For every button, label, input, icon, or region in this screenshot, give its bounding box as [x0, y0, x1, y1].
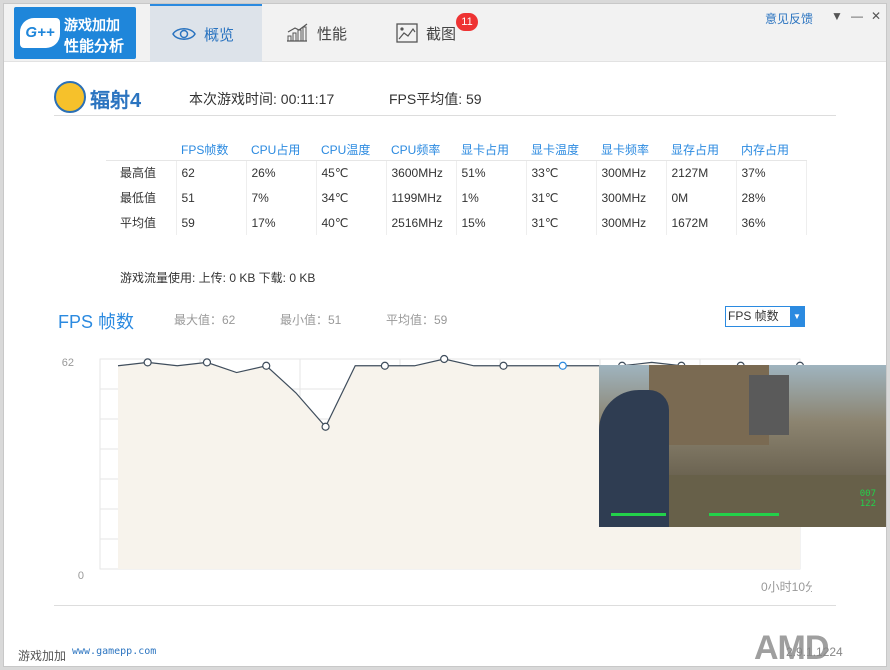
- fps-data-point[interactable]: [499, 361, 508, 370]
- eye-icon: [172, 28, 196, 40]
- y-tick-label: 0: [78, 570, 84, 582]
- metric-select[interactable]: FPS 帧数 ▼: [725, 306, 805, 327]
- stats-table: FPS帧数 CPU占用 CPU温度 CPU频率 显卡占用 显卡温度 显卡频率 显…: [106, 140, 807, 235]
- metric-select-value: FPS 帧数: [728, 309, 779, 323]
- stats-header-row: FPS帧数 CPU占用 CPU温度 CPU频率 显卡占用 显卡温度 显卡频率 显…: [106, 140, 806, 161]
- stats-col-header: FPS帧数: [176, 140, 246, 161]
- footer-app-name: 游戏加加: [18, 649, 67, 663]
- version-label: 2.9.1.1224: [786, 645, 843, 659]
- table-cell: 1672M: [666, 210, 737, 235]
- table-cell: 1%: [456, 185, 527, 210]
- fps-data-point[interactable]: [262, 361, 271, 370]
- table-row: 平均值 59 17% 40℃ 2516MHz 15% 31℃ 300MHz 16…: [106, 210, 807, 235]
- preview-hud-bar: [611, 513, 666, 516]
- y-tick-label: 62: [62, 357, 74, 369]
- preview-building: [749, 375, 789, 435]
- preview-hud-bar: [709, 513, 779, 516]
- close-icon[interactable]: ✕: [868, 8, 884, 24]
- table-cell: 51: [176, 185, 247, 210]
- table-cell: 300MHz: [596, 185, 667, 210]
- x-end-label: 0小时10分钟: [761, 579, 812, 594]
- stats-corner-cell: [106, 140, 176, 161]
- preview-character: [599, 390, 669, 527]
- tab-performance-label: 性能: [317, 25, 348, 43]
- fps-avg: 平均值：59: [386, 313, 448, 327]
- table-cell: 31℃: [526, 185, 597, 210]
- bar-chart-icon: [287, 23, 308, 42]
- table-cell: 59: [176, 210, 247, 235]
- fps-data-point[interactable]: [321, 422, 330, 431]
- table-cell: 300MHz: [596, 160, 667, 185]
- screenshot-preview[interactable]: 007 122: [599, 365, 886, 527]
- game-title: 辐射4: [90, 90, 142, 112]
- stats-col-header: CPU频率: [386, 140, 456, 161]
- table-cell: 2516MHz: [386, 210, 457, 235]
- minimize-icon[interactable]: —: [849, 8, 865, 24]
- app-logo: G++ 游戏加加 性能分析: [14, 7, 136, 59]
- traffic-usage: 游戏流量使用: 上传: 0 KB 下载: 0 KB: [120, 271, 316, 285]
- table-cell: 62: [176, 160, 247, 185]
- table-cell: 51%: [456, 160, 527, 185]
- table-cell: 36%: [736, 210, 807, 235]
- fps-data-point[interactable]: [380, 361, 389, 370]
- tab-performance[interactable]: 性能: [279, 4, 379, 62]
- stats-col-header: 内存占用: [736, 140, 806, 161]
- chevron-down-icon[interactable]: ▼: [790, 307, 804, 326]
- table-cell: 2127M: [666, 160, 737, 185]
- footer-website-link[interactable]: www.gamepp.com: [72, 646, 156, 657]
- row-label: 平均值: [106, 210, 177, 235]
- table-cell: 34℃: [316, 185, 387, 210]
- table-cell: 300MHz: [596, 210, 667, 235]
- logo-badge: G++: [20, 18, 60, 48]
- top-bar: G++ 游戏加加 性能分析 概览 性能 截图 11 意见反馈 ▼ — ✕: [4, 4, 886, 62]
- table-cell: 0M: [666, 185, 737, 210]
- stats-col-header: 显卡频率: [596, 140, 666, 161]
- stats-col-header: 显卡温度: [526, 140, 596, 161]
- stats-col-header: 显卡占用: [456, 140, 526, 161]
- row-label: 最高值: [106, 160, 177, 185]
- fps-data-point[interactable]: [558, 361, 567, 370]
- stats-col-header: 显存占用: [666, 140, 736, 161]
- game-icon: [54, 81, 86, 113]
- stats-col-header: CPU占用: [246, 140, 316, 161]
- fps-data-point[interactable]: [143, 358, 152, 367]
- fps-min: 最小值：51: [280, 313, 342, 327]
- fps-data-point[interactable]: [440, 354, 449, 364]
- table-cell: 3600MHz: [386, 160, 457, 185]
- tab-screenshots[interactable]: 截图: [392, 4, 502, 62]
- table-row: 最低值 51 7% 34℃ 1199MHz 1% 31℃ 300MHz 0M 2…: [106, 185, 807, 210]
- tab-overview[interactable]: 概览: [150, 4, 262, 62]
- row-label: 最低值: [106, 185, 177, 210]
- tab-screenshots-label: 截图: [426, 25, 457, 43]
- table-cell: 28%: [736, 185, 807, 210]
- logo-title-line2: 性能分析: [64, 38, 125, 55]
- fps-data-point[interactable]: [202, 358, 212, 367]
- table-cell: 33℃: [526, 160, 597, 185]
- table-cell: 17%: [246, 210, 317, 235]
- table-cell: 15%: [456, 210, 527, 235]
- tab-overview-label: 概览: [204, 26, 235, 44]
- dropdown-menu-icon[interactable]: ▼: [829, 8, 845, 24]
- feedback-link[interactable]: 意见反馈: [765, 10, 813, 27]
- fps-section-title: FPS 帧数: [58, 312, 135, 332]
- table-cell: 1199MHz: [386, 185, 457, 210]
- table-cell: 37%: [736, 160, 807, 185]
- table-cell: 45℃: [316, 160, 387, 185]
- table-cell: 31℃: [526, 210, 597, 235]
- stats-col-header: CPU温度: [316, 140, 386, 161]
- fps-max: 最大值：62: [174, 313, 236, 327]
- screenshot-count-badge: 11: [456, 13, 478, 31]
- divider: [54, 115, 836, 116]
- table-cell: 7%: [246, 185, 317, 210]
- table-row: 最高值 62 26% 45℃ 3600MHz 51% 33℃ 300MHz 21…: [106, 160, 807, 185]
- app-window: G++ 游戏加加 性能分析 概览 性能 截图 11 意见反馈 ▼ — ✕ 辐射4…: [3, 3, 887, 667]
- fps-average-summary: FPS平均值: 59: [389, 91, 482, 107]
- picture-icon: [396, 23, 418, 43]
- session-time: 本次游戏时间: 00:11:17: [189, 91, 335, 107]
- divider: [54, 605, 836, 606]
- table-cell: 40℃: [316, 210, 387, 235]
- table-cell: 26%: [246, 160, 317, 185]
- logo-title-line1: 游戏加加: [64, 17, 120, 33]
- preview-hud-ammo: 007 122: [859, 489, 876, 509]
